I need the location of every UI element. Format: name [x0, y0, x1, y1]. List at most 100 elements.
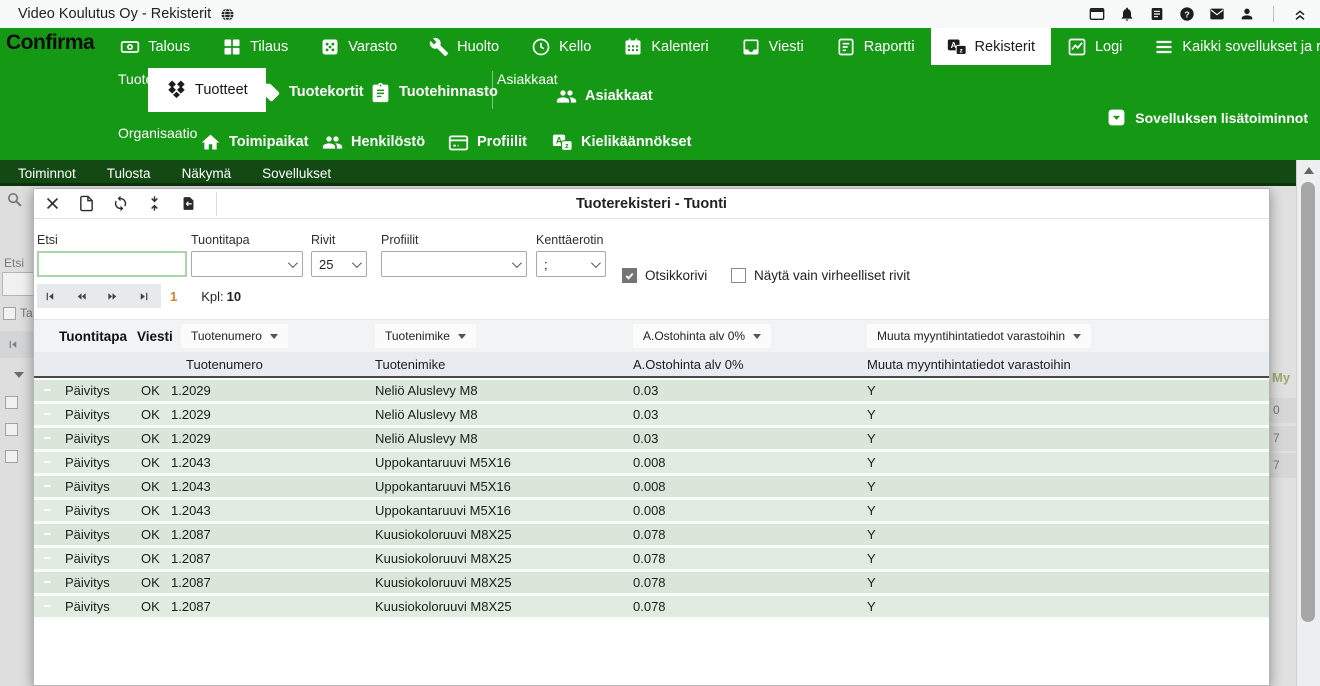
app-window: Video Koulutus Oy - Rekisterit ? Confirm…	[0, 0, 1320, 686]
new-document-icon[interactable]	[78, 195, 95, 212]
background-checkbox-ta[interactable]: Ta	[3, 306, 33, 320]
bell-icon[interactable]	[1119, 6, 1135, 22]
search-icon[interactable]	[6, 191, 23, 208]
nav-item-kalenteri[interactable]: Kalenteri	[607, 28, 724, 65]
calendar-icon	[623, 37, 643, 57]
pricelist-icon	[370, 82, 391, 103]
table-row[interactable]: Päivitys OK 1.2087 Kuusiokoloruuvi M8X25…	[34, 596, 1269, 620]
scrollbar-thumb[interactable]	[1301, 182, 1315, 622]
menubar: Toiminnot Tulosta Näkymä Sovellukset	[0, 160, 1296, 186]
kenttaerotin-select[interactable]: ;	[536, 251, 606, 277]
background-window-right: My 0 7 7	[1270, 186, 1296, 686]
checkbox-checked-icon	[622, 268, 637, 283]
otsikkorivi-checkbox[interactable]: Otsikkorivi	[622, 268, 707, 283]
column-selector-myyntihinta[interactable]: Muuta myyntihintatiedot varastoihin	[867, 324, 1091, 348]
background-cell: 0	[1270, 398, 1296, 423]
home-icon	[200, 132, 221, 153]
profiilit-select[interactable]	[381, 251, 527, 277]
nav-item-huolto[interactable]: Huolto	[413, 28, 515, 65]
chevron-down-icon	[512, 258, 522, 268]
vertical-scrollbar[interactable]	[1296, 160, 1320, 686]
globe-icon	[220, 7, 235, 22]
first-page-icon[interactable]	[8, 339, 19, 350]
refresh-icon[interactable]	[112, 195, 129, 212]
nav-item-talous[interactable]: Talous	[104, 28, 206, 65]
news-icon[interactable]	[1149, 6, 1165, 22]
translate-icon: Az	[947, 37, 967, 57]
background-row-checkbox[interactable]	[5, 450, 18, 463]
help-icon[interactable]: ?	[1179, 6, 1195, 22]
mail-icon[interactable]	[1209, 6, 1225, 22]
collapse-up-icon[interactable]	[1292, 6, 1308, 22]
menu-nakyma[interactable]: Näkymä	[182, 166, 232, 181]
virheelliset-checkbox[interactable]: Näytä vain virheelliset rivit	[731, 268, 910, 283]
subnav-item-henkilosto[interactable]: Henkilöstö	[322, 127, 425, 157]
subnav-item-tuotekortit[interactable]: Tuotekortit	[260, 77, 364, 107]
close-icon[interactable]	[44, 195, 61, 212]
table-row[interactable]: Päivitys OK 1.2087 Kuusiokoloruuvi M8X25…	[34, 548, 1269, 572]
last-page-icon[interactable]	[138, 291, 149, 302]
user-icon[interactable]	[1239, 6, 1255, 22]
import-file-icon[interactable]	[180, 195, 197, 212]
filter-rivit: Rivit 25	[311, 233, 367, 277]
tuontitapa-select[interactable]	[191, 251, 303, 277]
next-page-icon[interactable]	[107, 291, 118, 302]
nav-item-rekisterit[interactable]: Az Rekisterit	[931, 28, 1051, 65]
tag-icon	[260, 82, 281, 103]
scroll-up-icon[interactable]	[1304, 167, 1314, 174]
background-search-input[interactable]	[2, 272, 34, 296]
diamonds-icon	[166, 80, 187, 101]
subnav-item-tuotehinnasto[interactable]: Tuotehinnasto	[370, 77, 498, 107]
main-area: Etsi Ta My 0 7 7	[0, 186, 1320, 686]
subnav-item-profiilit[interactable]: Profiilit	[448, 127, 527, 157]
first-page-icon[interactable]	[45, 291, 56, 302]
app-extra-actions-button[interactable]: Sovelluksen lisätoiminnot	[1107, 108, 1308, 127]
table-row[interactable]: Päivitys OK 1.2043 Uppokantaruuvi M5X16 …	[34, 500, 1269, 524]
nav-row-apps: Confirma Talous Tilaus Varasto Huolto	[0, 28, 1320, 65]
checkbox-unchecked-icon	[731, 268, 746, 283]
column-selector-ostohinta[interactable]: A.Ostohinta alv 0%	[633, 324, 771, 348]
subnav-item-kielikaannokset[interactable]: Az Kielikäännökset	[552, 127, 691, 157]
menu-toiminnot[interactable]: Toiminnot	[18, 166, 76, 181]
table-row[interactable]: Päivitys OK 1.2087 Kuusiokoloruuvi M8X25…	[34, 524, 1269, 548]
nav-item-logi[interactable]: Logi	[1051, 28, 1138, 65]
table-row[interactable]: Päivitys OK 1.2043 Uppokantaruuvi M5X16 …	[34, 476, 1269, 500]
column-selector-tuotenumero[interactable]: Tuotenumero	[181, 324, 288, 348]
svg-text:?: ?	[1184, 9, 1189, 19]
nav-item-kello[interactable]: Kello	[515, 28, 607, 65]
menu-tulosta[interactable]: Tulosta	[107, 166, 151, 181]
compress-icon[interactable]	[146, 195, 163, 212]
nav-item-varasto[interactable]: Varasto	[304, 28, 413, 65]
table-row[interactable]: Päivitys OK 1.2043 Uppokantaruuvi M5X16 …	[34, 452, 1269, 476]
app-window-icon[interactable]	[1089, 6, 1105, 22]
tuontitapa-label: Tuontitapa	[191, 233, 303, 247]
rivit-select[interactable]: 25	[311, 251, 367, 277]
background-row-checkbox[interactable]	[5, 396, 18, 409]
column-selector-tuotenimike[interactable]: Tuotenimike	[375, 324, 476, 348]
column-mapping-row: Tuontitapa Viesti Tuotenumero Tuotenimik…	[34, 319, 1269, 352]
current-page[interactable]: 1	[170, 289, 177, 304]
subnav-item-asiakkaat[interactable]: Asiakkaat	[556, 81, 653, 111]
table-row[interactable]: Päivitys OK 1.2029 Neliö Aluslevy M8 0.0…	[34, 428, 1269, 452]
nav-item-raportti[interactable]: Raportti	[820, 28, 931, 65]
background-row-checkbox[interactable]	[5, 423, 18, 436]
nav-item-kaikki-sovellukset[interactable]: Kaikki sovellukset ja rekisterit	[1138, 28, 1320, 65]
nav-item-viesti[interactable]: Viesti	[725, 28, 820, 65]
filter-etsi: Etsi	[37, 233, 187, 277]
prev-page-icon[interactable]	[76, 291, 87, 302]
table-row[interactable]: Päivitys OK 1.2087 Kuusiokoloruuvi M8X25…	[34, 572, 1269, 596]
background-window-left: Etsi Ta	[0, 186, 34, 686]
subnav-item-tuotteet[interactable]: Tuotteet	[148, 68, 266, 112]
nav-item-tilaus[interactable]: Tilaus	[206, 28, 304, 65]
etsi-input[interactable]	[37, 251, 187, 277]
main-nav: Confirma Talous Tilaus Varasto Huolto	[0, 28, 1320, 160]
caret-down-icon[interactable]	[14, 372, 24, 378]
people-icon	[556, 86, 577, 107]
table-row[interactable]: Päivitys OK 1.2029 Neliö Aluslevy M8 0.0…	[34, 404, 1269, 428]
clock-icon	[531, 37, 551, 57]
group-separator	[492, 71, 493, 109]
subnav-item-toimipaikat[interactable]: Toimipaikat	[200, 127, 309, 157]
menu-icon	[1154, 37, 1174, 57]
menu-sovellukset[interactable]: Sovellukset	[262, 166, 331, 181]
table-row[interactable]: Päivitys OK 1.2029 Neliö Aluslevy M8 0.0…	[34, 380, 1269, 404]
